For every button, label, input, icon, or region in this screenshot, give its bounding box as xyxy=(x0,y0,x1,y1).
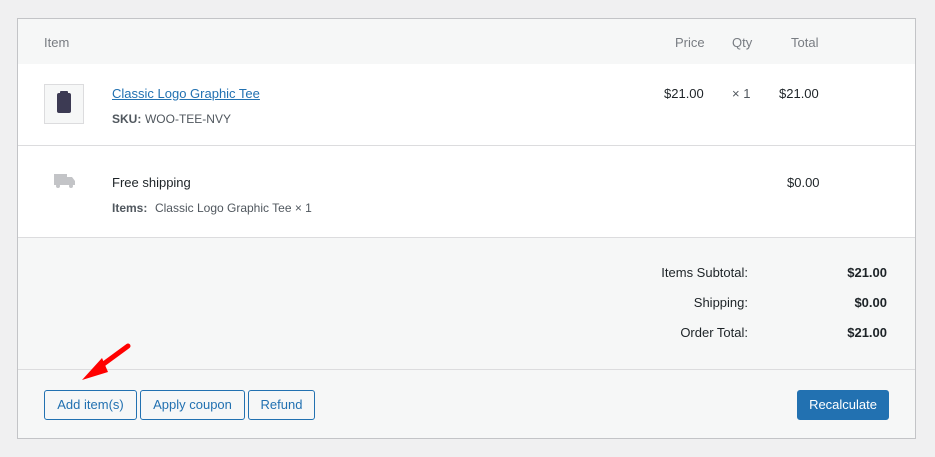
shipping-total: $0.00 xyxy=(787,175,820,190)
header-total: Total xyxy=(791,35,819,50)
header-item: Item xyxy=(44,35,70,50)
order-totals: Items Subtotal: $21.00 Shipping: $0.00 O… xyxy=(18,238,915,370)
shipping-method-name: Free shipping xyxy=(112,175,191,190)
line-item-qty: × 1 xyxy=(732,86,751,101)
sku-line: SKU: WOO-TEE-NVY xyxy=(112,111,231,126)
shipping-total-label: Shipping: xyxy=(693,295,748,310)
red-arrow-icon xyxy=(82,343,131,380)
shipping-total-value: $0.00 xyxy=(854,295,887,310)
sku-label: SKU: xyxy=(112,112,142,126)
line-item-price: $21.00 xyxy=(664,86,704,101)
recalculate-button[interactable]: Recalculate xyxy=(797,390,889,420)
header-price: Price xyxy=(675,35,705,50)
header-qty: Qty xyxy=(732,35,753,50)
shipping-items-line: Items: Classic Logo Graphic Tee × 1 xyxy=(112,200,312,215)
product-thumbnail xyxy=(44,84,84,124)
product-link[interactable]: Classic Logo Graphic Tee xyxy=(112,86,260,101)
refund-button[interactable]: Refund xyxy=(248,390,315,420)
tshirt-icon xyxy=(57,91,71,113)
shipping-items-label: Items: xyxy=(112,201,148,215)
subtotal-label: Items Subtotal: xyxy=(661,265,748,280)
table-header: Item Price Qty Total xyxy=(18,19,915,64)
add-items-button[interactable]: Add item(s) xyxy=(44,390,137,420)
line-item-total: $21.00 xyxy=(779,86,819,101)
shipping-row: Free shipping Items: Classic Logo Graphi… xyxy=(18,153,915,238)
order-total-value: $21.00 xyxy=(847,325,887,340)
order-total-label: Order Total: xyxy=(680,325,748,340)
order-actions: Add item(s) Apply coupon Refund Recalcul… xyxy=(18,370,915,438)
sku-value: WOO-TEE-NVY xyxy=(144,112,231,126)
order-items-panel: Item Price Qty Total Classic Logo Graphi… xyxy=(17,18,916,439)
subtotal-value: $21.00 xyxy=(847,265,887,280)
shipping-items-value: Classic Logo Graphic Tee × 1 xyxy=(154,201,312,215)
line-item-row: Classic Logo Graphic Tee SKU: WOO-TEE-NV… xyxy=(18,64,915,146)
truck-icon xyxy=(54,171,76,192)
apply-coupon-button[interactable]: Apply coupon xyxy=(140,390,245,420)
